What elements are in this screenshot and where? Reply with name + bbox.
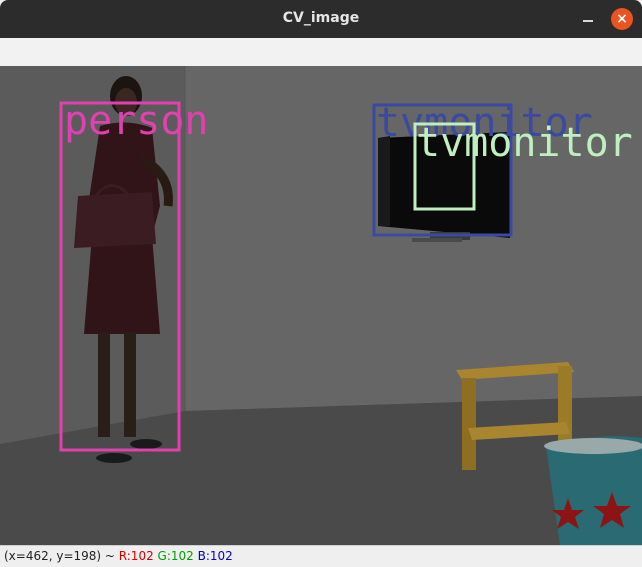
cursor-coordinates: (x=462, y=198) ~ <box>4 549 119 563</box>
minimize-button[interactable] <box>579 10 597 28</box>
green-value: G:102 <box>157 549 194 563</box>
bin-object <box>544 436 642 545</box>
window-title: CV_image <box>282 10 360 26</box>
person-label: person <box>64 98 209 144</box>
tvmonitor-label-2: tvmonitor <box>416 120 633 166</box>
title-bar: CV_image × <box>0 0 642 38</box>
status-bar: (x=462, y=198) ~ R:102 G:102 B:102 <box>0 545 642 567</box>
close-button[interactable]: × <box>611 8 633 30</box>
image-canvas[interactable]: person tvmonitor tvmonitor <box>0 66 642 545</box>
toolbar <box>0 38 642 67</box>
scene-image: person tvmonitor tvmonitor <box>0 66 642 545</box>
blue-value: B:102 <box>197 549 233 563</box>
close-icon: × <box>616 11 628 27</box>
red-value: R:102 <box>118 549 154 563</box>
cv-image-window: CV_image × person tvmonitor tvmonitor (x… <box>0 0 642 567</box>
